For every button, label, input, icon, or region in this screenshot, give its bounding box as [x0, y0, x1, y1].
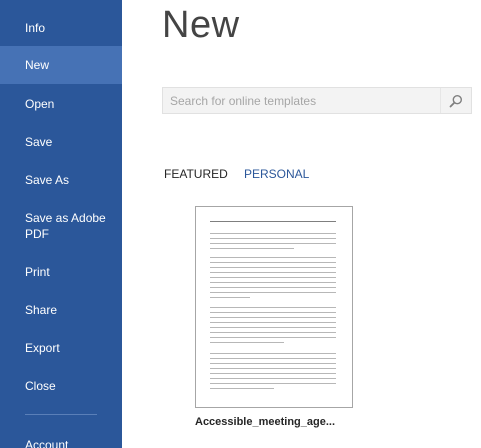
thumbnail-text-line [210, 233, 336, 234]
nav-item-label: Close [25, 378, 56, 393]
thumbnail-text-line [210, 327, 336, 328]
backstage-sidebar: Info New Open Save Save As Save as Adobe… [0, 0, 122, 448]
page-title: New [162, 4, 240, 46]
tab-featured[interactable]: FEATURED [164, 166, 228, 182]
thumbnail-text-line [210, 307, 336, 308]
thumbnail-text-line [210, 272, 336, 273]
template-name[interactable]: Accessible_meeting_age... [195, 416, 355, 428]
thumbnail-title-line [210, 221, 336, 222]
thumbnail-text-line [210, 292, 336, 293]
nav-item-info[interactable]: Info [0, 19, 122, 36]
thumbnail-text-line [210, 282, 336, 283]
thumbnail-text-line [210, 238, 336, 239]
nav-item-label: Print [25, 264, 50, 279]
nav-item-label: Open [25, 96, 55, 111]
nav-item-label: New [25, 58, 50, 72]
nav-item-print[interactable]: Print [0, 263, 122, 280]
template-search-box [162, 87, 472, 114]
nav-item-save-as[interactable]: Save As [0, 171, 122, 188]
nav-item-label: Info [25, 20, 46, 35]
nav-item-new[interactable]: New [0, 46, 122, 84]
nav-item-save-as-adobe-pdf[interactable]: Save as Adobe PDF [0, 209, 122, 242]
thumbnail-text-line [210, 388, 274, 389]
nav-item-label: Save [25, 134, 53, 149]
thumbnail-text-line [210, 378, 336, 379]
template-thumbnail[interactable] [195, 206, 353, 408]
search-icon [449, 94, 463, 107]
thumbnail-text-line [210, 322, 336, 323]
thumbnail-text-line [210, 373, 336, 374]
nav-item-open[interactable]: Open [0, 95, 122, 112]
nav-item-label: Account [25, 437, 69, 448]
nav-item-label: Save as Adobe PDF [25, 210, 106, 241]
thumbnail-text-line [210, 267, 336, 268]
thumbnail-text-line [210, 337, 336, 338]
thumbnail-text-line [210, 353, 336, 354]
nav-item-share[interactable]: Share [0, 301, 122, 318]
nav-item-label: Save As [25, 172, 70, 187]
thumbnail-text-line [210, 243, 336, 244]
thumbnail-text-line [210, 363, 336, 364]
nav-item-close[interactable]: Close [0, 377, 122, 394]
template-search-input[interactable] [163, 88, 440, 113]
thumbnail-text-line [210, 262, 336, 263]
sidebar-divider [25, 414, 97, 415]
nav-item-label: Share [25, 302, 58, 317]
thumbnail-text-line [210, 297, 250, 298]
nav-item-export[interactable]: Export [0, 339, 122, 356]
nav-item-label: Export [25, 340, 60, 355]
thumbnail-text-line [210, 312, 336, 313]
thumbnail-text-line [210, 257, 336, 258]
search-button[interactable] [440, 88, 471, 113]
nav-item-save[interactable]: Save [0, 133, 122, 150]
thumbnail-text-line [210, 358, 336, 359]
thumbnail-text-line [210, 342, 284, 343]
nav-item-account[interactable]: Account [0, 436, 122, 448]
thumbnail-text-line [210, 332, 336, 333]
thumbnail-text-line [210, 368, 336, 369]
thumbnail-text-line [210, 287, 336, 288]
thumbnail-text-line [210, 383, 336, 384]
tab-personal[interactable]: PERSONAL [244, 166, 309, 182]
thumbnail-text-line [210, 248, 294, 249]
thumbnail-text-line [210, 277, 336, 278]
thumbnail-text-line [210, 317, 336, 318]
